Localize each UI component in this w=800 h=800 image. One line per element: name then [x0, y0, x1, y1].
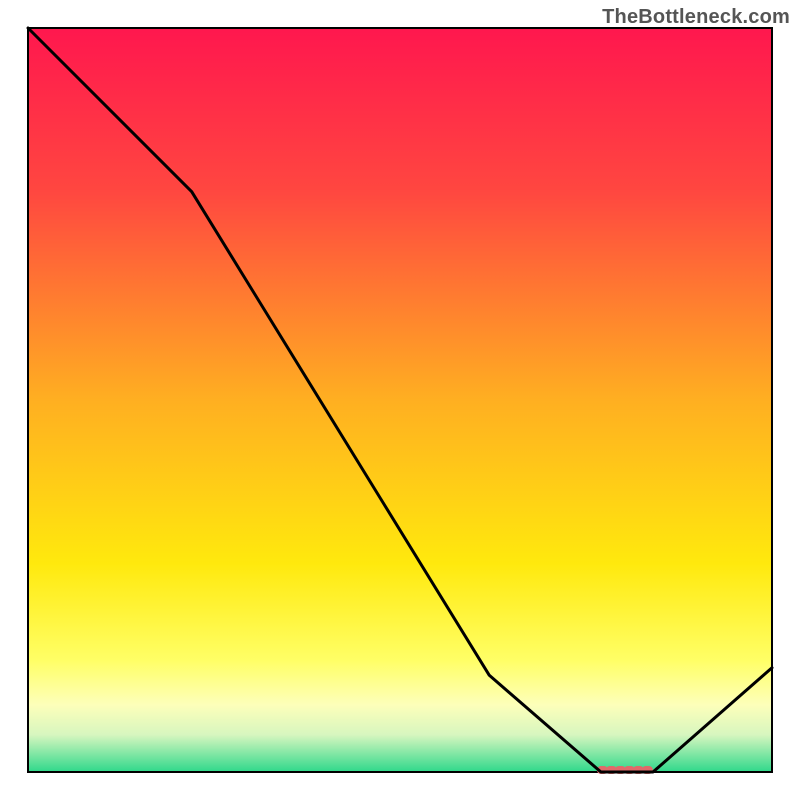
- chart-container: TheBottleneck.com: [0, 0, 800, 800]
- bottleneck-chart: [0, 0, 800, 800]
